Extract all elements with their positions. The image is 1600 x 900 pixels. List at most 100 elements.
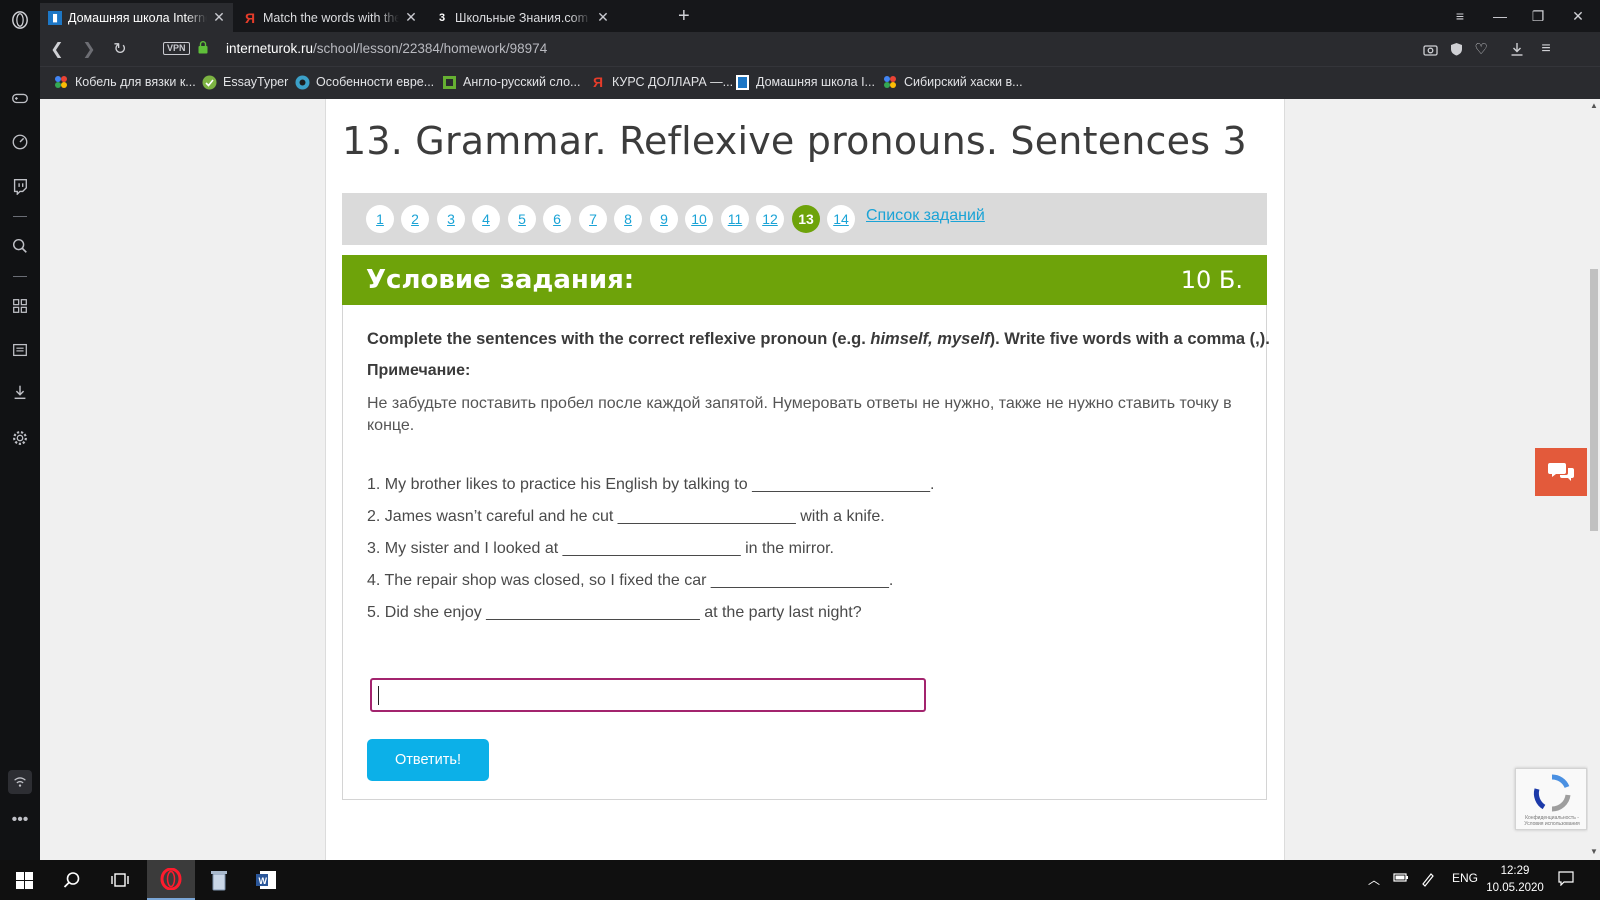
bookmark-item[interactable]: Я КУРС ДОЛЛАРА —... [590, 74, 733, 90]
exercise-sentence-4: 4. The repair shop was closed, so I fixe… [367, 572, 894, 589]
settings-gear-icon[interactable] [8, 426, 32, 450]
close-tab-icon[interactable]: ✕ [213, 9, 225, 26]
tab-menu-icon[interactable]: ≡ [1450, 6, 1470, 26]
condition-title: Условие задания: [366, 265, 635, 295]
task-link-9[interactable]: 9 [650, 205, 678, 233]
task-link-12[interactable]: 12 [756, 205, 784, 233]
bookmark-item[interactable]: Кобель для вязки к... [53, 74, 196, 90]
bookmark-item[interactable]: Англо-русский сло... [441, 74, 580, 90]
bookmark-label: Англо-русский сло... [463, 75, 581, 89]
recycle-bin-icon[interactable] [195, 860, 243, 900]
back-arrow-icon[interactable]: ❮ [46, 38, 68, 60]
recaptcha-terms[interactable]: Конфиденциальность - Условия использован… [1520, 815, 1584, 827]
submit-answer-button[interactable]: Ответить! [367, 739, 489, 781]
recaptcha-badge[interactable]: Конфиденциальность - Условия использован… [1515, 768, 1587, 830]
recaptcha-logo-icon [1533, 774, 1571, 812]
bookmark-item[interactable]: Сибирский хаски в... [882, 74, 1023, 90]
restore-icon[interactable]: ❐ [1528, 6, 1548, 26]
page-viewport: 13. Grammar. Reflexive pronouns. Sentenc… [40, 99, 1600, 860]
workspaces-grid-icon[interactable] [8, 294, 32, 318]
opera-menu-icon[interactable] [8, 8, 32, 32]
tab-znanija[interactable]: 3 Школьные Знания.com - Помощь ✕ [427, 3, 617, 32]
close-window-icon[interactable]: ✕ [1568, 6, 1588, 26]
notifications-icon[interactable] [1558, 871, 1574, 886]
bookmark-item[interactable]: Особенности евре... [294, 74, 434, 90]
task-navigation: 1 2 3 4 5 6 7 8 9 10 11 12 13 14 Список … [342, 193, 1267, 245]
colored-dots-icon [882, 74, 898, 90]
speed-dial-icon[interactable] [8, 130, 32, 154]
word-taskbar-icon[interactable]: W [243, 860, 291, 900]
task-link-4[interactable]: 4 [472, 205, 500, 233]
chat-widget-button[interactable] [1535, 448, 1587, 496]
close-tab-icon[interactable]: ✕ [597, 9, 609, 26]
easy-setup-menu-icon[interactable]: ≡ [1537, 40, 1555, 58]
battery-icon[interactable] [1393, 871, 1409, 883]
page-title: 13. Grammar. Reflexive pronouns. Sentenc… [342, 119, 1247, 163]
reload-icon[interactable]: ↻ [109, 38, 131, 60]
new-tab-plus-icon[interactable]: + [678, 5, 690, 28]
news-icon[interactable] [8, 338, 32, 362]
search-icon[interactable] [8, 234, 32, 258]
instruction-example: himself, myself [870, 330, 990, 348]
vertical-scrollbar[interactable]: ▲ ▼ [1588, 99, 1600, 860]
scroll-up-arrow-icon[interactable]: ▲ [1590, 101, 1598, 110]
task-link-11[interactable]: 11 [721, 205, 749, 233]
opera-taskbar-icon[interactable] [147, 860, 195, 900]
minimize-icon[interactable]: — [1490, 6, 1510, 26]
interneturok-favicon-icon: ▮ [48, 10, 62, 25]
vpn-badge[interactable]: VPN [163, 42, 190, 55]
windows-start-icon[interactable] [0, 860, 48, 900]
bookmark-item[interactable]: EssayTyper [201, 74, 288, 90]
task-link-6[interactable]: 6 [543, 205, 571, 233]
bookmark-item[interactable]: Домашняя школа I... [734, 74, 875, 90]
sidebar-divider [13, 276, 27, 277]
task-link-2[interactable]: 2 [401, 205, 429, 233]
forward-arrow-icon[interactable]: ❯ [78, 38, 100, 60]
tab-interneturok[interactable]: ▮ Домашняя школа InternetUrok ✕ [40, 3, 233, 32]
sidebar-divider [13, 216, 27, 217]
snapshot-camera-icon[interactable] [1421, 40, 1439, 58]
bookmarks-bar: Кобель для вязки к... EssayTyper Особенн… [40, 66, 1600, 99]
note-label: Примечание: [367, 362, 471, 379]
wifi-status-icon[interactable] [8, 770, 32, 794]
exercise-sentence-1: 1. My brother likes to practice his Engl… [367, 476, 935, 493]
input-language[interactable]: ENG [1452, 871, 1478, 885]
url-field[interactable]: interneturok.ru/school/lesson/22384/home… [226, 41, 547, 56]
tab-strip: ▮ Домашняя школа InternetUrok ✕ Я Match … [40, 0, 1600, 32]
task-link-10[interactable]: 10 [685, 205, 713, 233]
more-options-icon[interactable]: ••• [8, 808, 32, 832]
task-list-link[interactable]: Список заданий [866, 207, 985, 225]
task-link-13-current[interactable]: 13 [792, 205, 820, 233]
bookmark-label: КУРС ДОЛЛАРА —... [612, 75, 734, 89]
yandex-icon: Я [592, 74, 604, 90]
task-link-1[interactable]: 1 [366, 205, 394, 233]
system-clock[interactable]: 12:29 10.05.2020 [1485, 863, 1545, 897]
search-icon[interactable] [48, 860, 96, 900]
download-icon[interactable] [1508, 40, 1526, 58]
close-tab-icon[interactable]: ✕ [405, 9, 417, 26]
lock-icon[interactable] [198, 41, 208, 59]
task-link-7[interactable]: 7 [579, 205, 607, 233]
pen-ink-icon[interactable] [1420, 871, 1436, 887]
scrollbar-thumb[interactable] [1590, 269, 1598, 531]
clock-date: 10.05.2020 [1486, 882, 1544, 894]
exercise-sentence-3: 3. My sister and I looked at ___________… [367, 540, 834, 557]
tab-yandex[interactable]: Я Match the words with the translation ✕ [235, 3, 425, 32]
task-link-14[interactable]: 14 [827, 205, 855, 233]
answer-input[interactable] [370, 678, 926, 712]
downloads-icon[interactable] [8, 380, 32, 404]
scroll-down-arrow-icon[interactable]: ▼ [1590, 847, 1598, 856]
tray-overflow-chevron-icon[interactable]: ︿ [1368, 871, 1380, 888]
gamepad-icon[interactable] [8, 86, 32, 110]
task-link-8[interactable]: 8 [614, 205, 642, 233]
heart-icon[interactable]: ♡ [1472, 40, 1490, 58]
znanija-favicon-icon: 3 [438, 11, 446, 24]
task-link-5[interactable]: 5 [508, 205, 536, 233]
task-view-icon[interactable] [96, 860, 144, 900]
url-domain: interneturok.ru [226, 41, 314, 56]
task-link-3[interactable]: 3 [437, 205, 465, 233]
adblock-shield-icon[interactable] [1447, 40, 1465, 58]
twitch-icon[interactable] [8, 174, 32, 198]
svg-text:W: W [259, 876, 268, 886]
globe-icon [294, 74, 310, 90]
